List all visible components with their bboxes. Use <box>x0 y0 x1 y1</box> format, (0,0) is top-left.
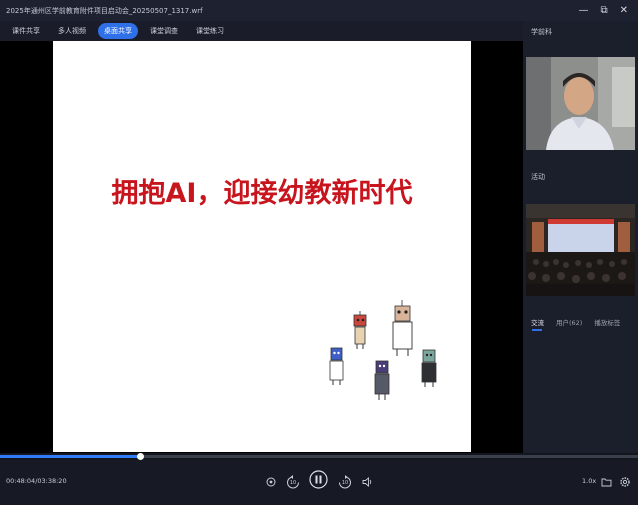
tab-exercise[interactable]: 课堂练习 <box>190 23 230 39</box>
minimize-icon[interactable]: — <box>578 5 588 16</box>
playback-time: 00:48:04/03:38:20 <box>6 477 67 485</box>
right-side-panel: 学前科 活动 交流 用户(62) 播放标签 <box>523 21 638 453</box>
forward-10-icon[interactable]: 10 <box>338 474 352 490</box>
restore-icon[interactable]: ⧉ <box>600 5 607 16</box>
title-bar: 2025年通州区学前教育附件项目启动会_20250507_1317.wrf — … <box>0 0 638 21</box>
tab-desktop-share[interactable]: 桌面共享 <box>98 23 138 39</box>
playback-controls: 00:48:04/03:38:20 10 10 1.0x <box>0 460 638 505</box>
window-controls: — ⧉ ✕ <box>578 5 638 16</box>
subtab-chat[interactable]: 交流 <box>531 317 544 327</box>
subtab-users[interactable]: 用户(62) <box>556 317 582 327</box>
robot-blue <box>329 347 344 385</box>
view-tabs: 课件共享 多人视频 桌面共享 课堂调查 课堂练习 <box>0 21 523 41</box>
robots-illustration <box>329 300 437 400</box>
venue-camera[interactable] <box>526 204 635 296</box>
pause-icon <box>309 470 328 489</box>
progress-handle[interactable] <box>137 453 144 460</box>
tab-multi-video[interactable]: 多人视频 <box>52 23 92 39</box>
slide-title: 拥抱AI，迎接幼教新时代 <box>111 178 413 209</box>
robot-purple <box>374 360 390 400</box>
progress-bar[interactable] <box>0 453 638 460</box>
tab-survey[interactable]: 课堂调查 <box>144 23 184 39</box>
forward-seconds: 10 <box>341 480 349 486</box>
progress-fill <box>0 455 140 458</box>
presentation-slide: 拥抱AI，迎接幼教新时代 <box>53 41 471 452</box>
gear-icon[interactable] <box>619 476 631 488</box>
shared-desktop-stage: 拥抱AI，迎接幼教新时代 <box>0 41 523 453</box>
robot-tall <box>392 300 413 356</box>
rewind-seconds: 10 <box>289 480 297 486</box>
circle-dot-icon[interactable] <box>266 477 276 487</box>
panel-subtabs: 交流 用户(62) 播放标签 <box>523 317 638 327</box>
folder-icon[interactable] <box>601 477 612 487</box>
robot-red <box>353 311 367 349</box>
playback-speed[interactable]: 1.0x <box>582 477 596 485</box>
window-title: 2025年通州区学前教育附件项目启动会_20250507_1317.wrf <box>6 6 203 15</box>
rewind-10-icon[interactable]: 10 <box>286 474 300 490</box>
event-label: 活动 <box>531 173 545 181</box>
presenter-video-frame <box>526 57 635 150</box>
robot-teal <box>421 349 437 387</box>
presenter-label: 学前科 <box>531 28 552 36</box>
close-icon[interactable]: ✕ <box>620 5 628 16</box>
pause-button[interactable] <box>309 470 328 489</box>
subtab-bookmarks[interactable]: 播放标签 <box>594 317 620 327</box>
tab-courseware[interactable]: 课件共享 <box>6 23 46 39</box>
venue-video-frame <box>526 204 635 296</box>
volume-icon[interactable] <box>362 477 373 487</box>
player-window: 2025年通州区学前教育附件项目启动会_20250507_1317.wrf — … <box>0 0 638 505</box>
active-subtab-indicator <box>532 329 542 331</box>
presenter-camera[interactable] <box>526 57 635 150</box>
